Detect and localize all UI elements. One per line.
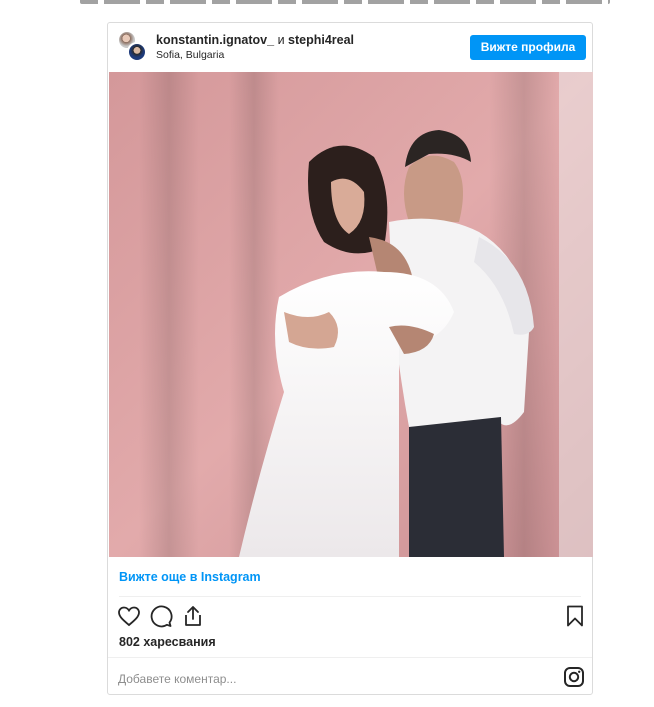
- instagram-icon[interactable]: [563, 666, 585, 688]
- cropped-text-strip: [0, 0, 654, 8]
- comment-box[interactable]: Добавете коментар...: [108, 657, 592, 696]
- likes-count[interactable]: 802 харесвания: [119, 635, 216, 649]
- comment-icon[interactable]: [149, 604, 173, 628]
- share-icon[interactable]: [181, 604, 205, 628]
- post-authors: konstantin.ignatov_ и stephi4real: [156, 33, 354, 48]
- instagram-embed: konstantin.ignatov_ и stephi4real Sofia,…: [107, 22, 593, 695]
- post-location[interactable]: Sofia, Bulgaria: [156, 49, 224, 61]
- bookmark-icon[interactable]: [563, 604, 587, 628]
- post-header: konstantin.ignatov_ и stephi4real Sofia,…: [108, 23, 592, 71]
- post-photo[interactable]: [109, 72, 593, 557]
- comment-placeholder[interactable]: Добавете коментар...: [118, 672, 236, 686]
- divider: [119, 596, 581, 597]
- authors-conjunction: и: [277, 33, 285, 47]
- author-link-1[interactable]: konstantin.ignatov_: [156, 33, 274, 47]
- view-more-link[interactable]: Вижте още в Instagram: [119, 570, 261, 584]
- heart-icon[interactable]: [117, 604, 141, 628]
- author-link-2[interactable]: stephi4real: [288, 33, 354, 47]
- avatar-group[interactable]: [117, 30, 149, 64]
- avatar[interactable]: [127, 42, 147, 62]
- view-profile-button[interactable]: Вижте профила: [470, 35, 586, 60]
